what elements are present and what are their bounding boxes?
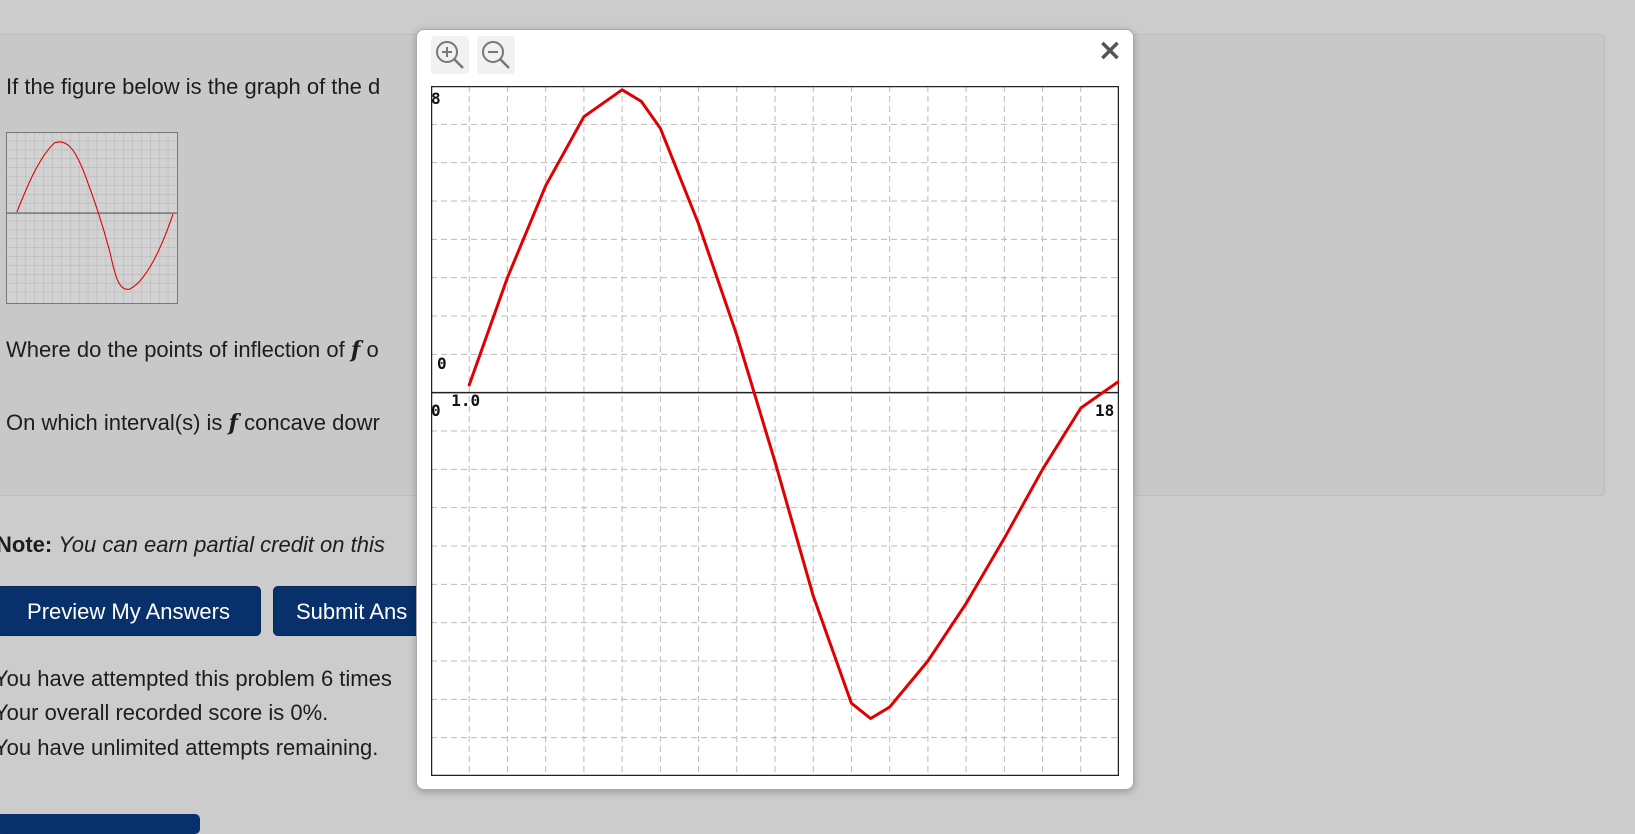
question-line-2-suffix: o bbox=[360, 337, 379, 362]
zoom-out-icon bbox=[482, 41, 510, 69]
question-line-3: On which interval(s) is f concave dowr bbox=[6, 410, 380, 436]
score-status: Your overall recorded score is 0%. bbox=[0, 700, 329, 725]
close-button[interactable]: × bbox=[1093, 34, 1127, 68]
tick-label-x-start: 1.0 bbox=[451, 391, 480, 410]
graph-zoom-modal: × 8 0 0 1.0 18 bbox=[416, 29, 1134, 790]
zoom-in-icon bbox=[436, 41, 464, 69]
tick-label-origin: 0 bbox=[431, 401, 441, 420]
question-line-3-suffix: concave dowr bbox=[237, 410, 380, 435]
note-label: Note: bbox=[0, 532, 53, 557]
bottom-button[interactable] bbox=[0, 814, 200, 834]
thumbnail-curve bbox=[16, 141, 174, 290]
preview-answers-button[interactable]: Preview My Answers bbox=[0, 586, 261, 636]
tick-label-x-end: 18 bbox=[1095, 401, 1114, 420]
zoom-in-button[interactable] bbox=[431, 36, 469, 74]
thumbnail-graph[interactable] bbox=[6, 132, 178, 304]
tick-label-y-mid: 0 bbox=[437, 354, 447, 373]
math-variable-f: f bbox=[228, 410, 238, 436]
close-icon: × bbox=[1097, 33, 1123, 68]
zoom-out-button[interactable] bbox=[477, 36, 515, 74]
question-line-2-prefix: Where do the points of inflection of bbox=[6, 337, 351, 362]
question-line-1: If the figure below is the graph of the … bbox=[6, 74, 381, 99]
derivative-graph: 8001.018 bbox=[431, 86, 1119, 776]
question-line-2: Where do the points of inflection of f o bbox=[6, 337, 379, 363]
tick-label-y-top: 8 bbox=[431, 89, 441, 108]
remaining-status: You have unlimited attempts remaining. bbox=[0, 735, 379, 760]
math-variable-f: f bbox=[350, 337, 361, 363]
question-line-3-prefix: On which interval(s) is bbox=[6, 410, 229, 435]
note-text: You can earn partial credit on this bbox=[58, 532, 385, 557]
attempts-status: You have attempted this problem 6 times bbox=[0, 666, 392, 691]
partial-credit-note: Note: You can earn partial credit on thi… bbox=[0, 532, 385, 558]
